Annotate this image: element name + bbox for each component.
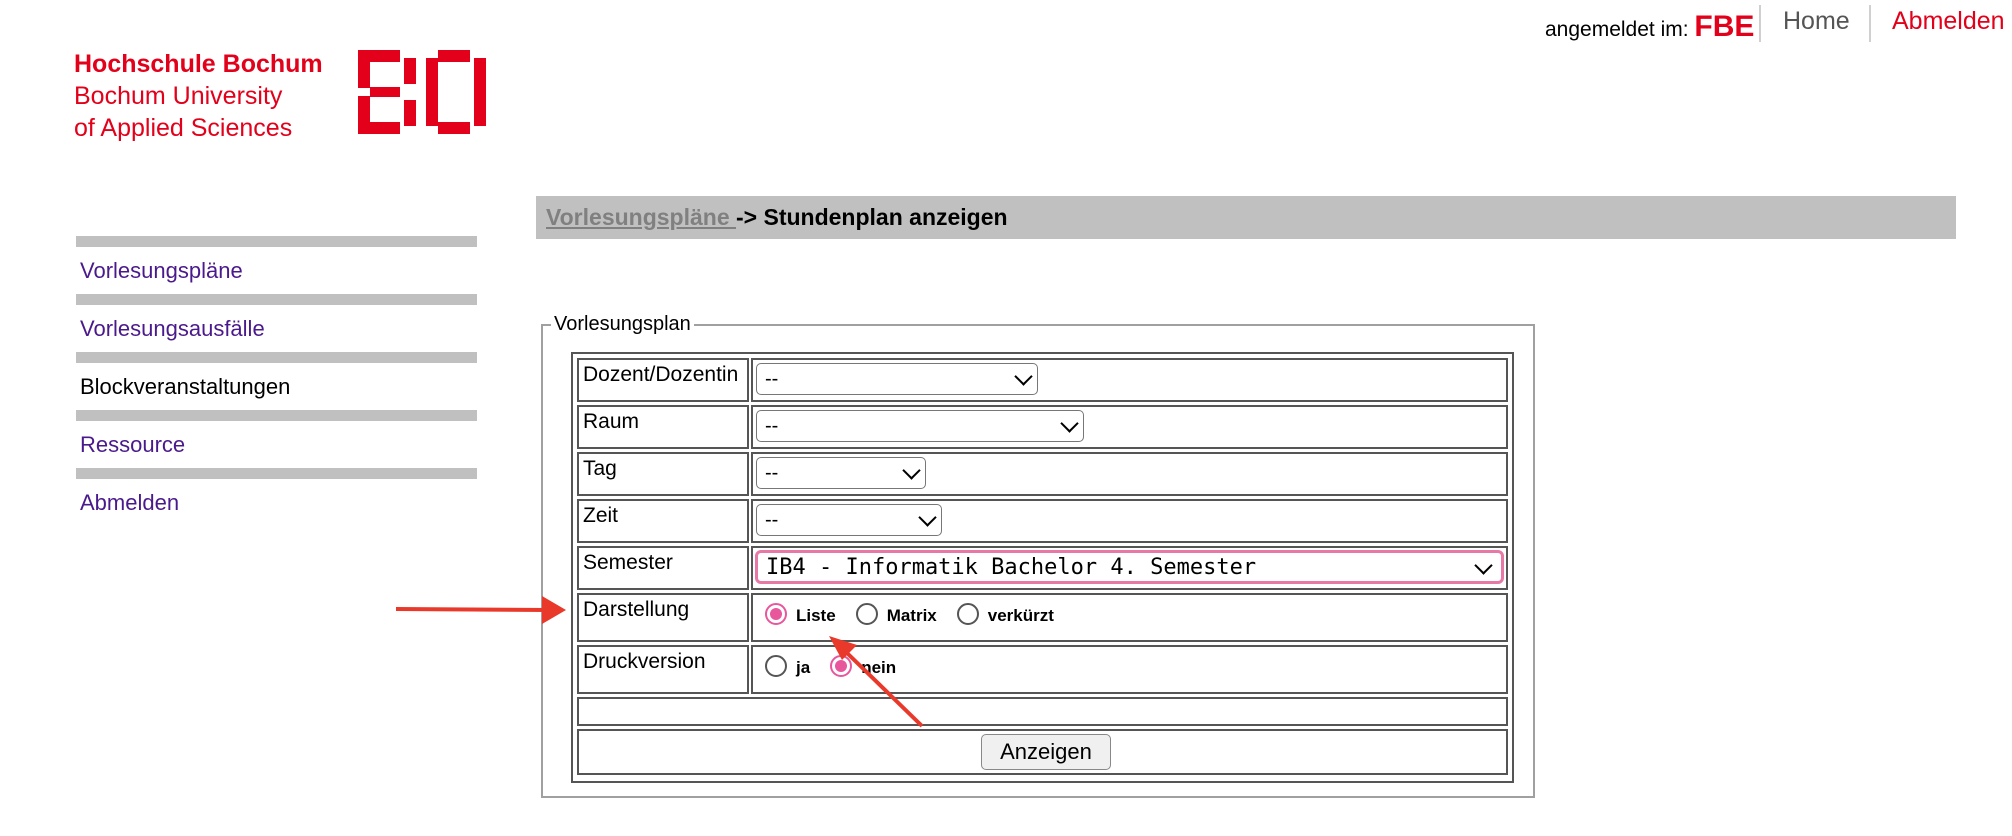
display-label: Darstellung — [577, 593, 749, 642]
lecturer-cell: -- — [751, 358, 1508, 402]
logo-line-2: Bochum University — [74, 82, 283, 110]
print-option-label: nein — [861, 658, 897, 677]
logout-top-link[interactable]: Abmelden — [1892, 7, 2005, 36]
print-cell: ja nein — [751, 645, 1508, 694]
sidebar-divider — [76, 294, 477, 305]
submit-row: Anzeigen — [577, 729, 1508, 775]
display-option-label: Matrix — [886, 606, 937, 625]
time-select[interactable]: -- — [756, 504, 942, 536]
sidebar-item-blockveranstaltungen[interactable]: Blockveranstaltungen — [76, 363, 477, 410]
sidebar-item-vorlesungsplaene[interactable]: Vorlesungspläne — [76, 247, 477, 294]
sidebar-item-ressource[interactable]: Ressource — [76, 421, 477, 468]
breadcrumb: Vorlesungspläne -> Stundenplan anzeigen — [536, 196, 1956, 239]
display-radio-liste[interactable] — [765, 603, 787, 625]
display-radio-verkuerzt[interactable] — [956, 603, 979, 625]
display-option-label: Liste — [796, 606, 836, 625]
display-radio-group: Liste Matrix verkürzt — [765, 603, 1074, 625]
top-divider — [1869, 5, 1871, 42]
breadcrumb-current: -> Stundenplan anzeigen — [736, 204, 1008, 230]
day-select[interactable]: -- — [756, 457, 926, 489]
top-divider — [1759, 5, 1761, 42]
logo-line-1: Hochschule Bochum — [74, 50, 323, 78]
sidebar-nav: Vorlesungspläne Vorlesungsausfälle Block… — [76, 236, 477, 526]
print-radio-group: ja nein — [765, 655, 916, 677]
spacer-row — [577, 697, 1508, 726]
sidebar-item-abmelden[interactable]: Abmelden — [76, 479, 477, 526]
semester-cell: IB4 - Informatik Bachelor 4. Semester — [751, 546, 1508, 590]
form-table: Dozent/Dozentin -- Raum -- Tag -- Zeit -… — [571, 352, 1514, 783]
bo-logo-mark-icon — [358, 50, 486, 134]
day-cell: -- — [751, 452, 1508, 496]
display-option-label: verkürzt — [987, 606, 1054, 625]
lecturer-label: Dozent/Dozentin — [577, 358, 749, 402]
sidebar-divider — [76, 410, 477, 421]
display-radio-matrix[interactable] — [855, 603, 878, 625]
print-label: Druckversion — [577, 645, 749, 694]
faculty-label: FBE — [1694, 10, 1755, 43]
sidebar-divider — [76, 468, 477, 479]
display-cell: Liste Matrix verkürzt — [751, 593, 1508, 642]
logo-wordmark: Hochschule Bochum Bochum University of A… — [74, 48, 344, 144]
room-label: Raum — [577, 405, 749, 449]
day-label: Tag — [577, 452, 749, 496]
fieldset-legend: Vorlesungsplan — [551, 313, 694, 336]
print-radio-ja[interactable] — [765, 655, 787, 677]
login-status: angemeldet im: FBE — [1545, 10, 1754, 44]
print-radio-nein[interactable] — [830, 655, 853, 677]
login-label: angemeldet im: — [1545, 18, 1689, 41]
semester-select[interactable]: IB4 - Informatik Bachelor 4. Semester — [755, 550, 1504, 584]
show-schedule-button[interactable]: Anzeigen — [981, 734, 1111, 770]
room-cell: -- — [751, 405, 1508, 449]
sidebar-divider — [76, 352, 477, 363]
time-cell: -- — [751, 499, 1508, 543]
time-label: Zeit — [577, 499, 749, 543]
print-option-label: ja — [796, 658, 811, 677]
logo-line-3: of Applied Sciences — [74, 114, 293, 142]
semester-label: Semester — [577, 546, 749, 590]
home-link[interactable]: Home — [1783, 7, 1850, 36]
schedule-form-fieldset: Vorlesungsplan Dozent/Dozentin -- Raum -… — [541, 313, 1535, 798]
room-select[interactable]: -- — [756, 410, 1084, 442]
sidebar-item-vorlesungsausfaelle[interactable]: Vorlesungsausfälle — [76, 305, 477, 352]
sidebar-divider — [76, 236, 477, 247]
breadcrumb-link-vorlesungsplaene[interactable]: Vorlesungspläne — [546, 204, 736, 230]
lecturer-select[interactable]: -- — [756, 363, 1038, 395]
